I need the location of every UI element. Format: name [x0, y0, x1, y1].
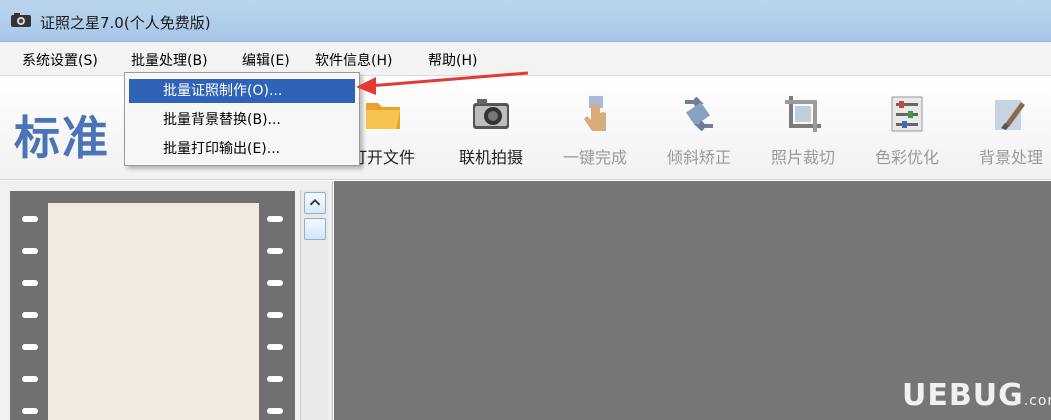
title-bar: 证照之星7.0(个人免费版)	[0, 0, 1051, 42]
menu-edit[interactable]: 编辑(E)	[242, 50, 290, 70]
film-hole	[22, 248, 38, 254]
photo-thumbnail-frame[interactable]	[48, 203, 259, 420]
film-hole	[22, 376, 38, 382]
film-hole	[22, 280, 38, 286]
film-hole	[267, 344, 283, 350]
tilt-correction-label: 倾斜矫正	[666, 148, 731, 167]
watermark-sub: .com	[1023, 393, 1051, 409]
hand-icon	[584, 96, 606, 131]
camera-icon	[473, 99, 509, 129]
film-hole	[267, 248, 283, 254]
film-hole	[22, 216, 38, 222]
watermark-text: UEBUG	[902, 378, 1024, 413]
filmstrip	[10, 191, 295, 420]
menu-help[interactable]: 帮助(H)	[428, 50, 477, 70]
film-hole	[267, 280, 283, 286]
film-hole	[267, 408, 283, 414]
film-hole	[22, 312, 38, 318]
folder-icon	[366, 103, 400, 129]
menu-batch-processing[interactable]: 批量处理(B)	[131, 50, 208, 70]
menu-system-settings[interactable]: 系统设置(S)	[22, 50, 98, 70]
film-hole	[267, 376, 283, 382]
film-hole	[267, 216, 283, 222]
one-click-button[interactable]: 一键完成	[550, 94, 640, 174]
background-process-label: 背景处理	[978, 148, 1043, 167]
watermark: UEBUG.com	[902, 378, 1051, 413]
scroll-up-button[interactable]	[304, 192, 326, 214]
background-process-button[interactable]: 背景处理	[966, 94, 1051, 174]
photo-crop-label: 照片裁切	[770, 148, 835, 167]
camera-app-icon	[11, 13, 31, 27]
mode-logo-text: 标准	[14, 111, 110, 165]
tilt-correction-button[interactable]: 倾斜矫正	[654, 94, 744, 174]
chevron-up-icon	[309, 198, 321, 206]
batch-id-photo-item[interactable]: 批量证照制作(O)...	[129, 79, 355, 103]
color-optimize-button[interactable]: 色彩优化	[862, 94, 952, 174]
batch-print-output-item[interactable]: 批量打印输出(E)...	[129, 137, 355, 161]
photo-crop-button[interactable]: 照片裁切	[758, 94, 848, 174]
filmstrip-scrollbar[interactable]	[300, 190, 328, 420]
window-title: 证照之星7.0(个人免费版)	[40, 14, 211, 32]
film-hole	[22, 344, 38, 350]
filmstrip-panel	[0, 181, 333, 420]
brush-icon	[995, 100, 1025, 130]
sliders-icon	[891, 96, 923, 132]
online-capture-button[interactable]: 联机拍摄	[446, 94, 536, 174]
one-click-label: 一键完成	[562, 148, 627, 167]
online-capture-label: 联机拍摄	[458, 148, 523, 167]
crop-icon	[785, 96, 821, 132]
color-optimize-label: 色彩优化	[874, 148, 939, 167]
film-hole	[267, 312, 283, 318]
batch-background-replace-item[interactable]: 批量背景替换(B)...	[129, 108, 355, 132]
menu-software-info[interactable]: 软件信息(H)	[315, 50, 392, 70]
rotate-icon	[685, 96, 713, 132]
scroll-thumb[interactable]	[304, 218, 326, 240]
film-hole	[22, 408, 38, 414]
batch-processing-dropdown: 批量证照制作(O)... 批量背景替换(B)... 批量打印输出(E)...	[124, 72, 360, 166]
menu-bar: 系统设置(S) 批量处理(B) 编辑(E) 软件信息(H) 帮助(H)	[0, 42, 1051, 76]
